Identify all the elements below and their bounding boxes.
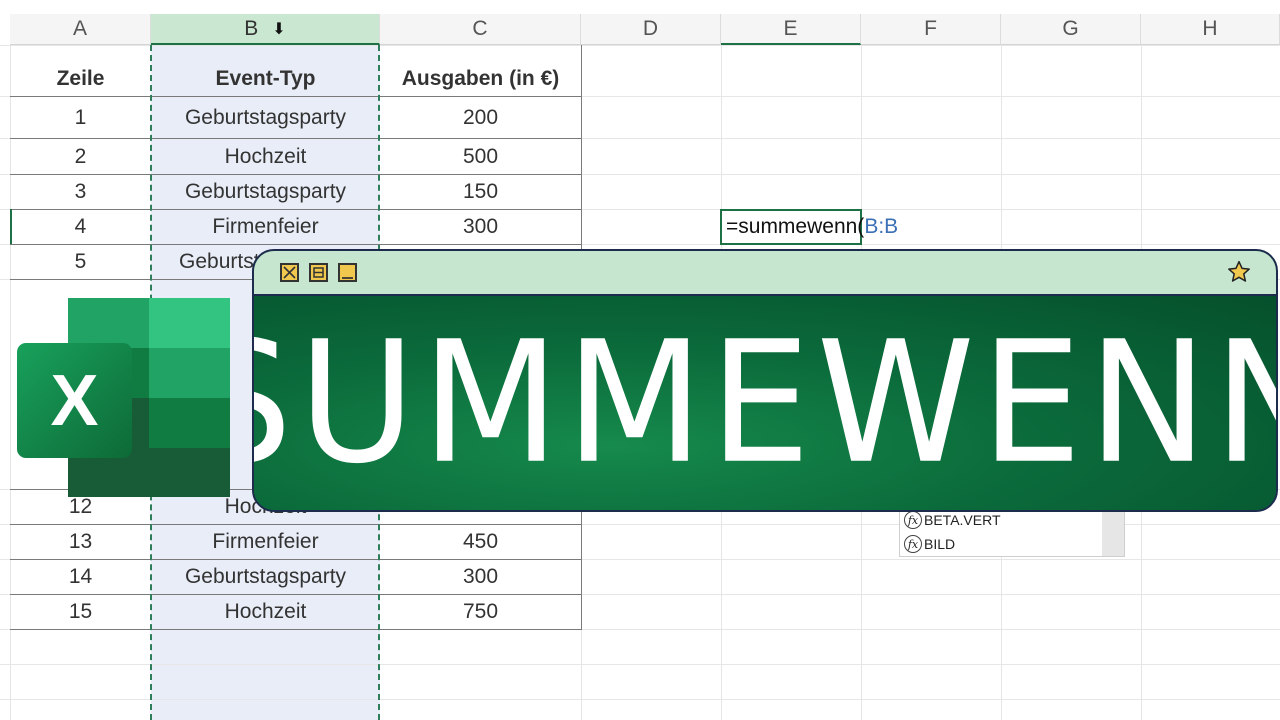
column-header-g[interactable]: G (1001, 14, 1141, 45)
cell-zeile[interactable]: 14 (10, 559, 151, 594)
column-header-h[interactable]: H (1141, 14, 1280, 45)
cell-ausgaben[interactable]: 450 (380, 524, 581, 559)
cell-event-typ[interactable]: Firmenfeier (151, 524, 380, 559)
function-icon: fx (904, 511, 922, 529)
star-icon[interactable] (1226, 259, 1252, 285)
cell-ausgaben[interactable]: 750 (380, 594, 581, 629)
cell-ausgaben[interactable]: 300 (380, 559, 581, 594)
cell-ausgaben[interactable]: 300 (380, 209, 581, 244)
cell-event-typ[interactable]: Hochzeit (151, 139, 380, 174)
cell-zeile[interactable]: 1 (10, 100, 151, 135)
cell-zeile[interactable]: 15 (10, 594, 151, 629)
logo-letter: X (50, 360, 99, 441)
column-header-d[interactable]: D (581, 14, 721, 45)
minimize-icon[interactable] (338, 263, 357, 282)
column-header-b[interactable]: B ⬇ (151, 14, 380, 45)
column-header-c[interactable]: C (380, 14, 581, 45)
cell-ausgaben[interactable]: 150 (380, 174, 581, 209)
column-header-a[interactable]: A (10, 14, 151, 45)
cell-event-typ[interactable]: Geburtstagsparty (151, 174, 380, 209)
cell-zeile[interactable]: 4 (10, 209, 151, 244)
autocomplete-item[interactable]: fx BETA.VERT (904, 509, 1001, 531)
title-banner: SUMMEWENN (254, 296, 1276, 510)
cell-zeile[interactable]: 13 (10, 524, 151, 559)
cell-zeile[interactable]: 2 (10, 139, 151, 174)
cell-event-typ[interactable]: Geburtstagsparty (151, 559, 380, 594)
excel-logo-icon: X (17, 298, 230, 497)
formula-range-reference: B:B (864, 215, 899, 238)
window-titlebar (254, 251, 1276, 296)
cell-zeile[interactable]: 3 (10, 174, 151, 209)
formula-input-cell[interactable]: =summewenn(B:B (720, 209, 898, 245)
cell-zeile[interactable]: 5 (10, 244, 151, 279)
maximize-icon[interactable] (309, 263, 328, 282)
function-icon: fx (904, 535, 922, 553)
header-ausgaben[interactable]: Ausgaben (in €) (380, 61, 581, 96)
cell-event-typ[interactable]: Geburtstagsparty (151, 100, 380, 135)
cell-ausgaben[interactable]: 200 (380, 100, 581, 135)
cell-ausgaben[interactable]: 500 (380, 139, 581, 174)
title-text: SUMMEWENN (254, 304, 1278, 501)
select-column-down-arrow-icon: ⬇ (272, 20, 286, 38)
title-window: SUMMEWENN (252, 249, 1278, 512)
column-header-f[interactable]: F (861, 14, 1001, 45)
column-header-e[interactable]: E (721, 14, 861, 45)
formula-text: =summewenn( (726, 215, 865, 238)
cell-event-typ[interactable]: Firmenfeier (151, 209, 380, 244)
close-icon[interactable] (280, 263, 299, 282)
header-zeile[interactable]: Zeile (10, 61, 151, 96)
cell-event-typ[interactable]: Hochzeit (151, 594, 380, 629)
autocomplete-item[interactable]: fx BILD (904, 533, 955, 555)
header-event-typ[interactable]: Event-Typ (151, 61, 380, 96)
